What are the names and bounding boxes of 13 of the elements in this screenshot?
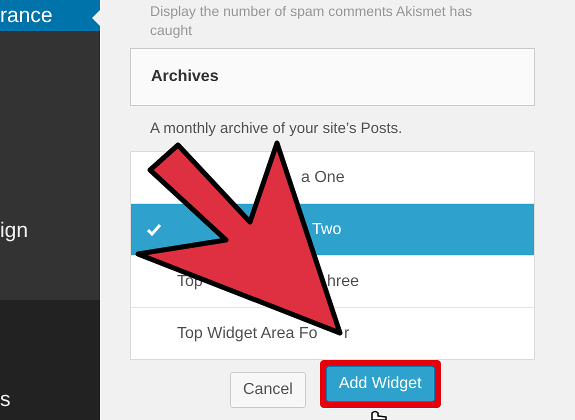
widget-title[interactable]: Archives <box>130 48 535 106</box>
widget-description: Display the number of spam comments Akismet has caught <box>150 2 474 40</box>
sidebar-item[interactable]: s <box>0 380 100 420</box>
widget-area-label: Top Widget Area Fo <box>177 324 318 342</box>
widget-area-label: r <box>344 324 350 342</box>
widget-area-label: hree <box>327 272 360 290</box>
widget-description: A monthly archive of your site’s Posts. <box>150 120 404 137</box>
sidebar-item[interactable]: ign <box>0 211 100 251</box>
widget-area-label: Two <box>312 220 342 238</box>
widget-area-label: a One <box>301 168 345 186</box>
sidebar-item[interactable]: rance <box>0 0 100 32</box>
checkmark-icon <box>147 224 161 236</box>
cancel-button[interactable]: Cancel <box>230 372 306 408</box>
